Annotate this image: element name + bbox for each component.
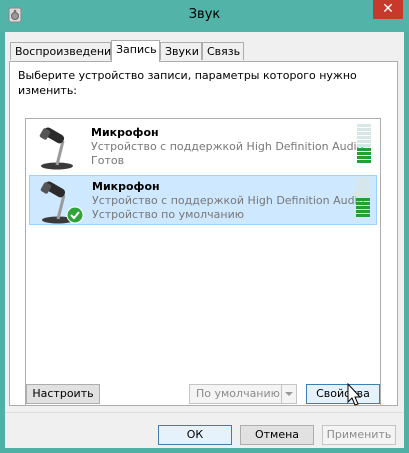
level-segment bbox=[356, 190, 370, 193]
tab-playback[interactable]: Воспроизведение bbox=[10, 42, 118, 60]
instruction-text: Выберите устройство записи, параметры ко… bbox=[18, 69, 357, 97]
level-segment bbox=[357, 148, 371, 151]
title-bar[interactable]: Звук ✕ bbox=[0, 0, 409, 32]
level-segment bbox=[357, 144, 371, 147]
level-segment bbox=[357, 140, 371, 143]
tab-sounds[interactable]: Звуки bbox=[160, 42, 202, 60]
level-segment bbox=[357, 124, 371, 127]
set-default-label: По умолчанию bbox=[196, 387, 280, 400]
level-segment bbox=[357, 152, 371, 155]
device-description: Устройство с поддержкой High Definition … bbox=[92, 194, 365, 207]
level-segment bbox=[357, 136, 371, 139]
window-title: Звук bbox=[188, 7, 221, 22]
device-status: Устройство по умолчанию bbox=[92, 208, 245, 221]
apply-button[interactable]: Применить bbox=[322, 425, 396, 445]
level-segment bbox=[356, 198, 370, 201]
cancel-button[interactable]: Отмена bbox=[240, 425, 314, 445]
microphone-icon bbox=[39, 127, 73, 170]
mouse-pointer-icon bbox=[347, 383, 362, 406]
dialog-body: Воспроизведение Запись Звуки Связь Выбер… bbox=[5, 32, 404, 448]
level-segment bbox=[356, 182, 370, 185]
set-default-button[interactable]: По умолчанию bbox=[189, 384, 297, 404]
device-item-microphone-2[interactable]: Микрофон Устройство с поддержкой High De… bbox=[29, 175, 377, 225]
chevron-down-icon[interactable] bbox=[281, 385, 296, 403]
default-check-icon bbox=[66, 206, 84, 224]
level-segment bbox=[356, 202, 370, 205]
ok-button[interactable]: ОК bbox=[158, 425, 232, 445]
level-segment bbox=[356, 206, 370, 209]
level-segment bbox=[356, 210, 370, 213]
level-meter bbox=[357, 124, 371, 164]
level-segment bbox=[357, 128, 371, 131]
device-list[interactable]: Микрофон Устройство с поддержкой High De… bbox=[25, 118, 381, 406]
level-segment bbox=[357, 156, 371, 159]
level-meter bbox=[356, 178, 370, 218]
sound-dialog: Звук ✕ Воспроизведение Запись Звуки Связ… bbox=[0, 0, 409, 453]
level-segment bbox=[356, 214, 370, 217]
tab-communications[interactable]: Связь bbox=[202, 42, 244, 60]
device-item-microphone-1[interactable]: Микрофон Устройство с поддержкой High De… bbox=[29, 122, 377, 172]
close-icon: ✕ bbox=[382, 1, 394, 17]
level-segment bbox=[356, 178, 370, 181]
device-name: Микрофон bbox=[91, 126, 159, 139]
properties-button[interactable]: Свойства bbox=[306, 384, 380, 404]
tab-recording[interactable]: Запись bbox=[111, 40, 160, 62]
level-segment bbox=[356, 186, 370, 189]
configure-button[interactable]: Настроить bbox=[26, 384, 100, 404]
close-button[interactable]: ✕ bbox=[373, 0, 403, 19]
device-name: Микрофон bbox=[92, 180, 160, 193]
device-status: Готов bbox=[91, 154, 125, 167]
level-segment bbox=[357, 132, 371, 135]
recording-panel: Выберите устройство записи, параметры ко… bbox=[9, 61, 398, 406]
divider bbox=[5, 412, 404, 413]
level-segment bbox=[357, 160, 371, 163]
device-description: Устройство с поддержкой High Definition … bbox=[91, 140, 364, 153]
level-segment bbox=[356, 194, 370, 197]
